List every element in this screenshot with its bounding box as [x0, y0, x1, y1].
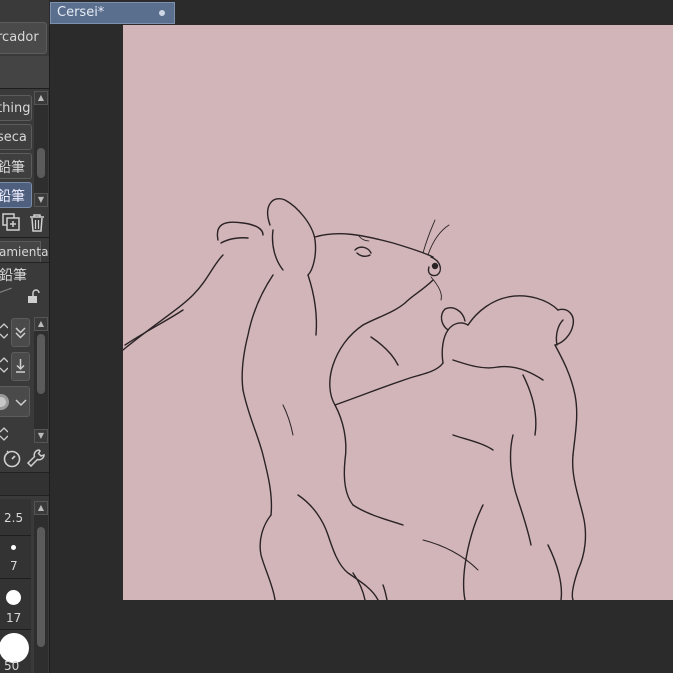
dial-icon[interactable] — [1, 447, 23, 469]
brush-dot — [6, 590, 21, 605]
chevron-updown-icon[interactable] — [0, 352, 9, 378]
double-chevron-down-icon[interactable] — [11, 318, 30, 347]
subtool-label: seca — [0, 130, 27, 145]
brush-tip-selector[interactable] — [0, 386, 30, 417]
tab-document[interactable]: Cersei* — [50, 2, 175, 24]
rat-sketch-drawing — [123, 198, 587, 600]
subtool-item-pencil[interactable]: 鉛筆 — [0, 153, 32, 179]
scroll-up-icon[interactable]: ▲ — [34, 317, 48, 331]
stroke-preview — [0, 287, 12, 294]
subtool-label: 鉛筆 — [0, 160, 25, 176]
subtool-label: thing — [0, 101, 31, 116]
brush-size-item[interactable]: 2.5 — [0, 505, 31, 535]
brush-size-item[interactable]: 7 — [0, 537, 31, 577]
property-scroll-thumb[interactable] — [37, 334, 45, 394]
chevron-down-icon — [14, 396, 28, 408]
subtool-item-pencil-selected[interactable]: 鉛筆 — [0, 182, 32, 208]
tool-panel: rcador thing seca 鉛筆 鉛筆 ▲ ▼ amienta 鉛筆 ▲… — [0, 0, 50, 673]
trash-icon[interactable] — [26, 212, 48, 234]
lock-icon[interactable] — [24, 288, 42, 306]
subtool-label: 鉛筆 — [0, 189, 25, 205]
wrench-icon[interactable] — [25, 447, 47, 469]
brush-size-scroll-thumb[interactable] — [37, 527, 45, 647]
brush-dot — [11, 545, 16, 550]
marker-tool-button[interactable]: rcador — [0, 22, 47, 54]
brush-size-item[interactable]: 17 — [0, 580, 31, 628]
subtool-item-seca[interactable]: seca — [0, 124, 32, 150]
chevron-updown-icon[interactable] — [0, 318, 9, 344]
subtool-scroll-thumb[interactable] — [37, 148, 45, 178]
tab-tool-property-label: amienta — [0, 245, 49, 259]
scroll-up-icon[interactable]: ▲ — [34, 501, 48, 515]
tool-preview-strip — [0, 472, 49, 496]
scroll-down-icon[interactable]: ▼ — [34, 193, 48, 207]
download-icon[interactable] — [11, 352, 30, 381]
tool-palette-area — [0, 56, 49, 88]
brush-size-value: 50 — [4, 659, 20, 673]
scroll-up-icon[interactable]: ▲ — [34, 91, 48, 105]
tool-name: 鉛筆 — [0, 268, 27, 284]
duplicate-icon[interactable] — [1, 212, 23, 234]
scroll-down-icon[interactable]: ▼ — [34, 429, 48, 443]
close-tab-icon[interactable] — [159, 10, 165, 16]
chevron-updown-icon[interactable] — [0, 425, 9, 443]
brush-size-value: 2.5 — [4, 511, 24, 525]
tab-document-title: Cersei* — [57, 5, 105, 20]
brush-size-value: 17 — [6, 611, 22, 625]
brush-size-value: 7 — [10, 559, 18, 573]
brush-size-item[interactable]: 50 — [0, 631, 31, 673]
drawing-canvas[interactable] — [123, 25, 673, 600]
marker-tool-label: rcador — [0, 30, 39, 45]
tab-tool-property[interactable]: amienta — [0, 241, 48, 262]
subtool-item-thing[interactable]: thing — [0, 95, 32, 121]
brush-tip-icon — [0, 393, 11, 411]
